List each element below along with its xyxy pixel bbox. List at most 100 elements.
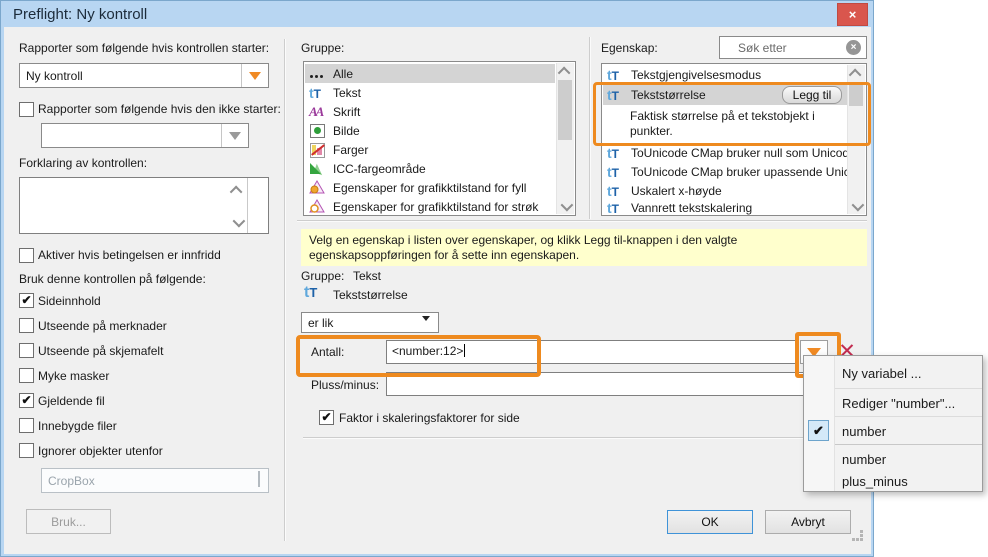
report-start-label: Rapporter som følgende hvis kontrollen s…: [19, 41, 269, 55]
textarea-scroll-divider: [247, 178, 248, 233]
ok-button[interactable]: OK: [667, 510, 753, 534]
label-sideinnhold: Sideinnhold: [38, 294, 101, 308]
font-icon: AA: [309, 104, 327, 120]
search-placeholder: Søk etter: [738, 41, 787, 55]
lower-divider: [303, 437, 867, 439]
report-start-dropdown[interactable]: Ny kontroll: [19, 63, 269, 88]
explain-label: Forklaring av kontrollen:: [19, 156, 147, 170]
property-item-tounicode-null[interactable]: tT ToUnicode CMap bruker null som Unicod…: [603, 143, 853, 162]
scrollbar-thumb[interactable]: [558, 80, 572, 140]
property-item-tounicode-upassende[interactable]: tT ToUnicode CMap bruker upassende Unico…: [603, 162, 853, 181]
detail-group-label: Gruppe:: [301, 269, 344, 283]
condition-checkbox[interactable]: [19, 248, 34, 263]
report-fail-checkbox[interactable]: [19, 102, 34, 117]
upper-divider: [297, 220, 867, 222]
property-listbox: tT Tekstgjengivelsesmodus tT Tekststørre…: [601, 63, 867, 216]
group-item-gstate-strok[interactable]: Egenskaper for grafikktilstand for strøk: [305, 197, 555, 216]
scroll-down-icon[interactable]: [229, 214, 245, 230]
apply-label: Bruk denne kontrollen på følgende:: [19, 272, 206, 286]
close-icon[interactable]: ×: [837, 3, 868, 26]
menu-item-number-checked[interactable]: number: [842, 424, 976, 439]
menu-separator: [835, 444, 982, 445]
menu-item-edit-number[interactable]: Rediger "number"...: [842, 396, 976, 411]
chevron-down-icon: [258, 473, 260, 487]
property-item-tekststorrelse[interactable]: tT Tekststørrelse Legg til: [603, 84, 848, 105]
checkbox-ignorer-objekter[interactable]: [19, 443, 34, 458]
legg-til-button[interactable]: Legg til: [782, 86, 842, 104]
checkbox-gjeldende-fil[interactable]: ✔: [19, 393, 34, 408]
operator-dropdown[interactable]: er lik: [301, 312, 439, 333]
colors-icon: [309, 142, 327, 158]
group-item-farger[interactable]: Farger: [305, 140, 555, 159]
group-item-skrift[interactable]: AA Skrift: [305, 102, 555, 121]
checkbox-innebygde-filer[interactable]: [19, 418, 34, 433]
scroll-down-icon[interactable]: [557, 198, 573, 214]
image-icon: [309, 123, 327, 139]
operator-value: er lik: [308, 316, 333, 330]
chevron-down-icon[interactable]: [221, 124, 248, 147]
amount-input[interactable]: <number:12>: [386, 340, 796, 364]
chevron-down-icon: [422, 321, 430, 335]
detail-group-value: Tekst: [353, 269, 381, 283]
group-listbox: Alle tT Tekst AA Skrift Bilde Farger: [303, 61, 576, 216]
group-item-alle[interactable]: Alle: [305, 64, 555, 83]
resize-grip[interactable]: [852, 538, 855, 541]
scroll-up-icon[interactable]: [557, 63, 573, 79]
group-scrollbar[interactable]: [556, 63, 574, 214]
middle-panel-divider: [589, 37, 591, 219]
menu-separator: [835, 388, 982, 389]
group-item-gstate-fyll[interactable]: Egenskaper for grafikktilstand for fyll: [305, 178, 555, 197]
text-caret: [464, 344, 465, 357]
text-icon: tT: [607, 67, 625, 83]
property-item-tekstgjengivelsesmodus[interactable]: tT Tekstgjengivelsesmodus: [603, 65, 848, 84]
label-skjemafelt: Utseende på skjemafelt: [38, 344, 163, 358]
checkbox-merknader[interactable]: [19, 318, 34, 333]
factor-label: Faktor i skaleringsfaktorer for side: [339, 411, 520, 425]
menu-item-plus-minus[interactable]: plus_minus: [842, 474, 976, 489]
text-icon: tT: [304, 285, 322, 301]
search-input[interactable]: Søk etter ×: [719, 36, 867, 59]
plusminus-input[interactable]: [386, 372, 804, 396]
group-item-icc[interactable]: ICC-fargeområde: [305, 159, 555, 178]
label-innebygde-filer: Innebygde filer: [38, 419, 117, 433]
scrollbar-thumb[interactable]: [849, 82, 863, 106]
property-scrollbar[interactable]: [847, 65, 865, 214]
dialog-title: Preflight: Ny kontroll: [13, 6, 147, 23]
checkbox-myke-masker[interactable]: [19, 368, 34, 383]
info-banner: Velg en egenskap i listen over egenskape…: [301, 229, 867, 266]
cropbox-dropdown[interactable]: CropBox: [41, 468, 269, 493]
checkbox-sideinnhold[interactable]: ✔: [19, 293, 34, 308]
chevron-down-icon[interactable]: [241, 64, 268, 87]
group-item-tekst[interactable]: tT Tekst: [305, 83, 555, 102]
factor-checkbox[interactable]: ✔: [319, 410, 334, 425]
label-ignorer-objekter: Ignorer objekter utenfor: [38, 444, 163, 458]
report-start-value: Ny kontroll: [26, 69, 83, 83]
text-icon: tT: [607, 200, 625, 216]
report-fail-label: Rapporter som følgende hvis den ikke sta…: [38, 102, 281, 116]
bruk-button: Bruk...: [26, 509, 111, 534]
text-icon: tT: [309, 85, 327, 101]
scroll-down-icon[interactable]: [848, 198, 864, 214]
group-item-bilde[interactable]: Bilde: [305, 121, 555, 140]
detail-property-name: Tekststørrelse: [333, 288, 408, 302]
preflight-dialog: Preflight: Ny kontroll × Rapporter som f…: [0, 0, 874, 557]
cancel-button[interactable]: Avbryt: [765, 510, 851, 534]
property-list-label: Egenskap:: [601, 41, 658, 55]
icc-icon: [309, 161, 327, 177]
variable-menu: Ny variabel ... Rediger "number"... ✔ nu…: [803, 355, 983, 492]
gstate-stroke-icon: [309, 199, 327, 215]
scroll-up-icon[interactable]: [229, 182, 245, 198]
clear-search-icon[interactable]: ×: [846, 40, 861, 55]
property-description: Faktisk størrelse på et tekstobjekt i pu…: [630, 109, 850, 139]
amount-label: Antall:: [311, 345, 344, 359]
scroll-up-icon[interactable]: [848, 65, 864, 81]
report-fail-dropdown[interactable]: [41, 123, 249, 148]
gstate-fill-icon: [309, 180, 327, 196]
checkbox-skjemafelt[interactable]: [19, 343, 34, 358]
text-icon: tT: [607, 87, 625, 103]
property-item-vannrett[interactable]: tT Vannrett tekstskalering: [603, 198, 853, 216]
menu-item-number[interactable]: number: [842, 452, 976, 467]
menu-item-new-variable[interactable]: Ny variabel ...: [842, 366, 976, 381]
left-panel-divider: [284, 39, 286, 541]
condition-label: Aktiver hvis betingelsen er innfridd: [38, 248, 221, 262]
